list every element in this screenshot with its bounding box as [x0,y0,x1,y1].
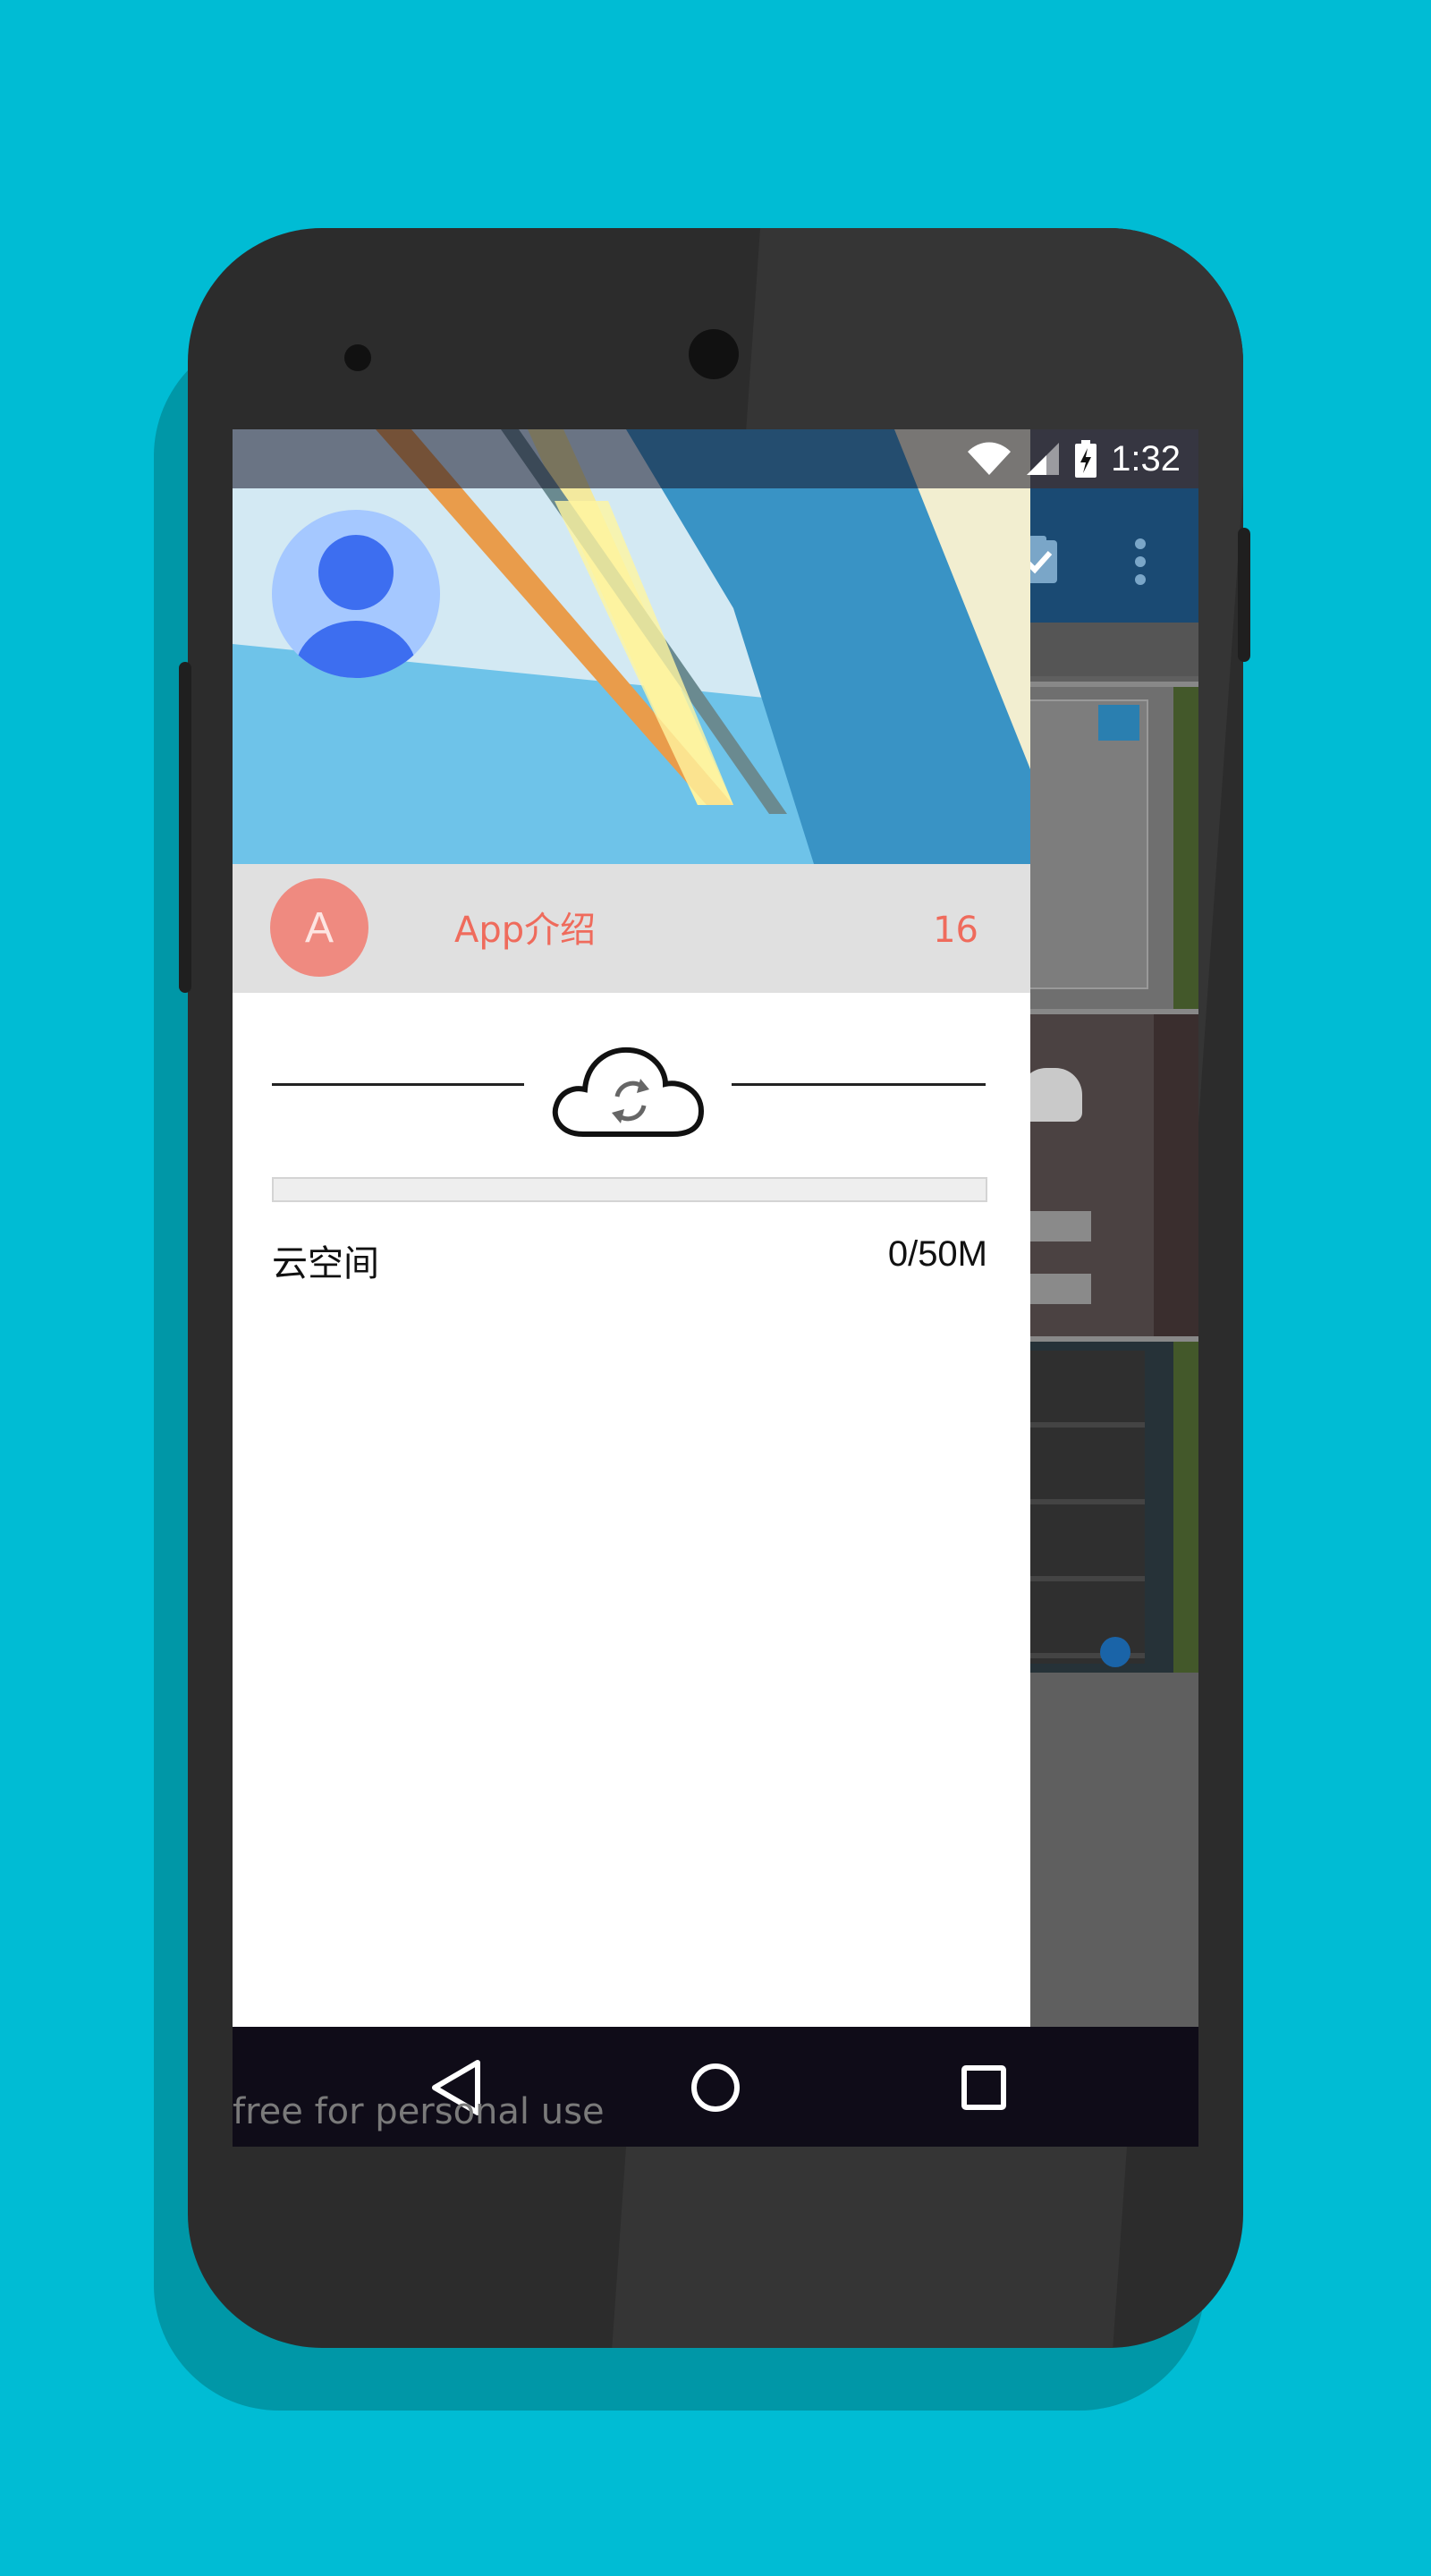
background-toolbar [1018,488,1198,623]
speaker-hole [344,344,371,371]
background-app [1018,488,1198,2147]
volume-button [179,662,191,993]
battery-charging-icon [1075,440,1097,478]
wifi-icon [968,442,1012,475]
account-letter-badge: A [270,878,368,977]
home-icon[interactable] [682,2054,749,2122]
status-bar: 1:32 [233,429,1198,488]
front-camera [689,329,739,379]
background-card [1020,1336,1198,1673]
person-avatar-icon [295,535,417,678]
background-card [1020,682,1198,1009]
cloud-space-value: 0/50M [887,1234,987,1274]
navigation-drawer: A App介绍 16 云空间 0/50M [233,429,1030,2027]
app-intro-label[interactable]: App介绍 [454,903,596,957]
drawer-header [233,429,1030,864]
app-intro-count: 16 [933,910,978,951]
recents-icon[interactable] [950,2054,1018,2122]
storage-progress-bar [272,1177,987,1202]
background-subbar [1020,623,1198,676]
cloud-sync-icon[interactable] [547,1038,708,1145]
cloud-space-label: 云空间 [272,1243,379,1284]
power-button [1238,528,1250,662]
avatar[interactable] [272,510,440,678]
watermark-text: free for personal use [233,2091,605,2132]
background-card [1020,1009,1198,1336]
status-time: 1:32 [1111,438,1181,479]
more-vert-icon[interactable] [1127,533,1154,596]
screen: A App介绍 16 云空间 0/50M 1:32 free for perso… [233,429,1198,2147]
divider-left [272,1083,524,1086]
signal-icon [1027,443,1060,475]
divider-right [732,1083,986,1086]
